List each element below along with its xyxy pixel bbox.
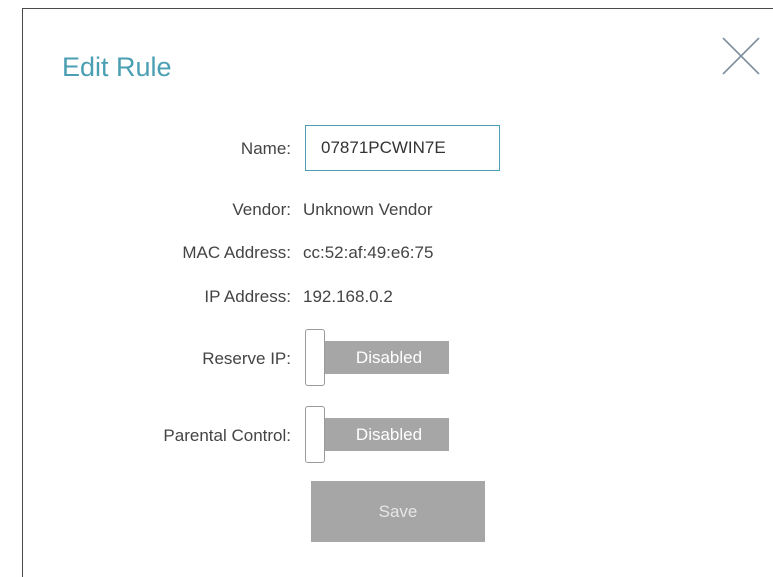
parental-control-label: Parental Control:	[163, 426, 291, 445]
reserve-ip-state: Disabled	[319, 341, 449, 374]
close-icon[interactable]	[721, 36, 761, 76]
parental-control-state: Disabled	[319, 418, 449, 451]
parental-control-toggle[interactable]: Disabled	[305, 406, 449, 463]
name-label: Name:	[240, 139, 291, 158]
name-input[interactable]	[305, 125, 500, 171]
ip-address-value: 192.168.0.2	[303, 287, 393, 306]
mac-address-value: cc:52:af:49:e6:75	[303, 243, 434, 262]
parental-control-toggle-knob[interactable]	[305, 406, 325, 463]
mac-address-label: MAC Address:	[182, 243, 291, 262]
reserve-ip-toggle[interactable]: Disabled	[305, 329, 449, 386]
vendor-label: Vendor:	[232, 200, 291, 219]
ip-address-label: IP Address:	[204, 287, 291, 306]
reserve-ip-toggle-knob[interactable]	[305, 329, 325, 386]
save-button[interactable]: Save	[311, 481, 485, 542]
dialog-title: Edit Rule	[62, 52, 172, 82]
vendor-value: Unknown Vendor	[303, 200, 433, 219]
reserve-ip-label: Reserve IP:	[202, 349, 291, 368]
